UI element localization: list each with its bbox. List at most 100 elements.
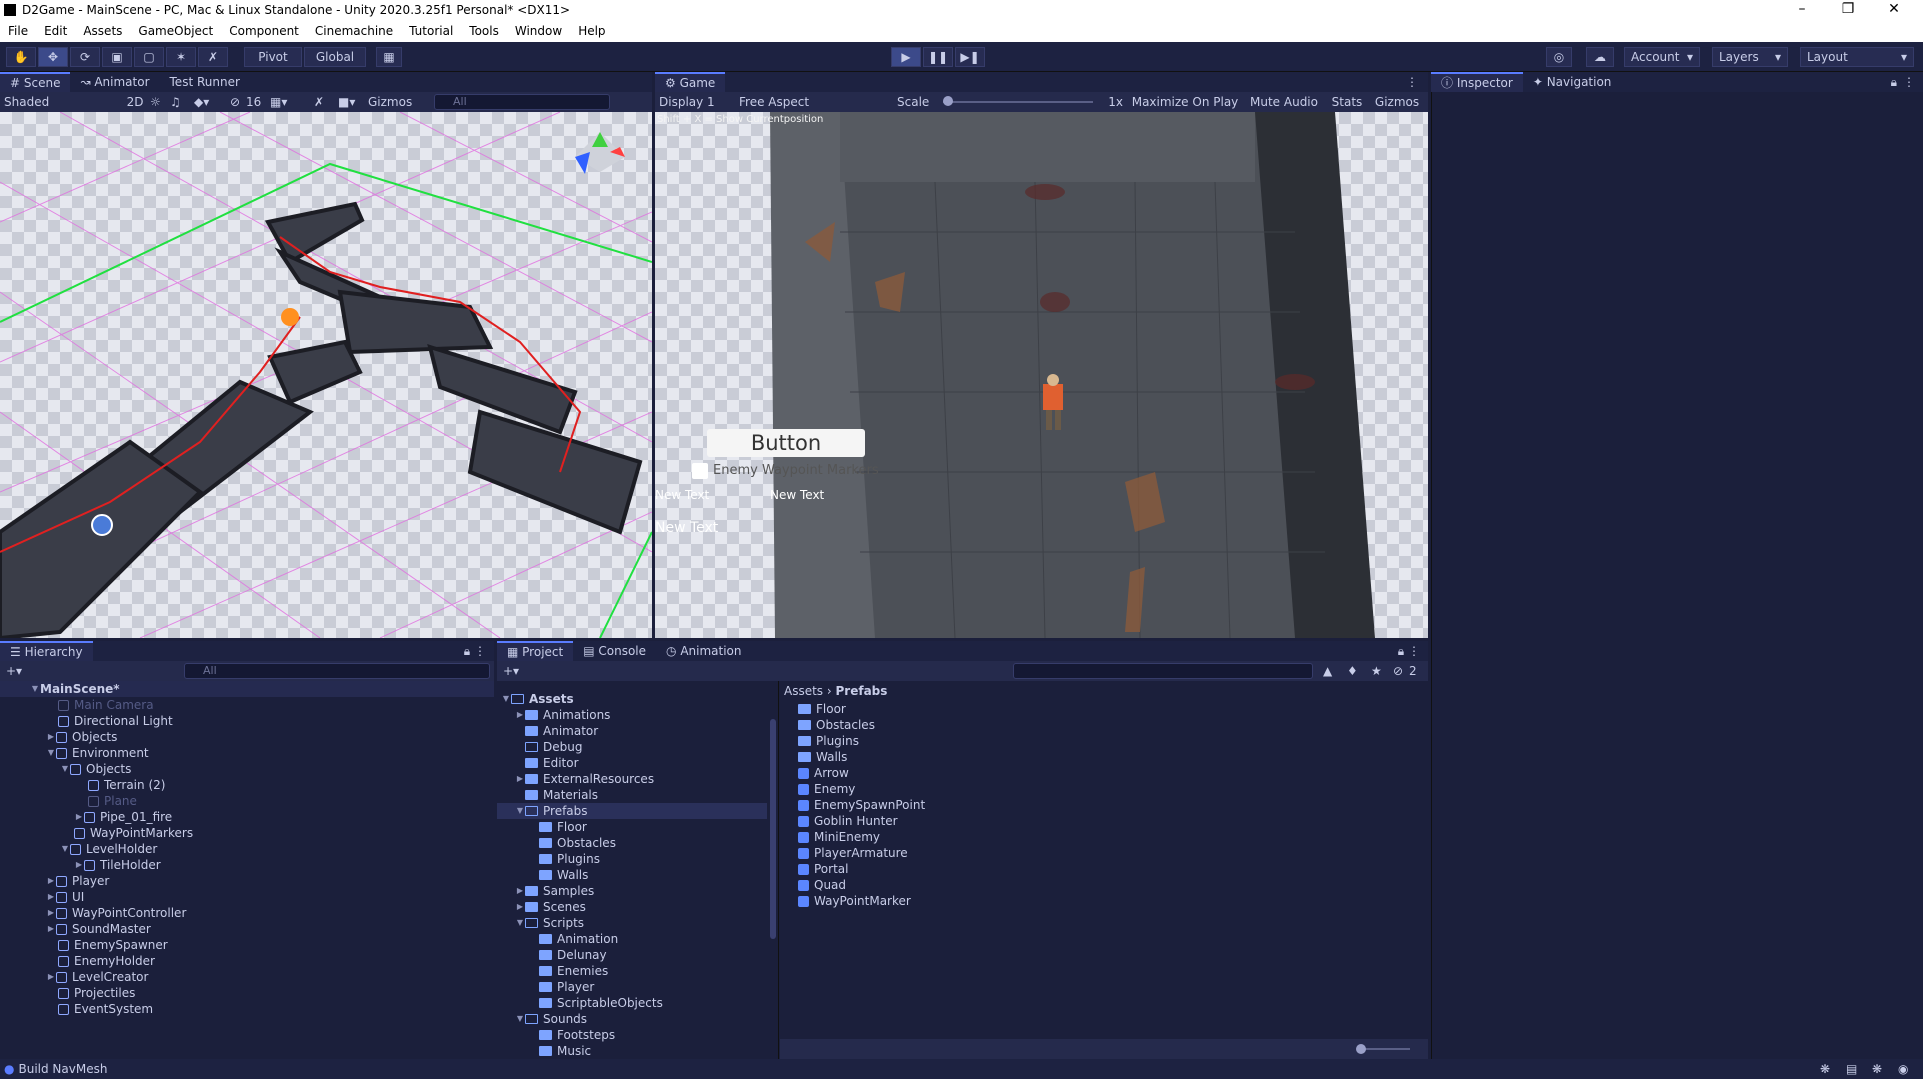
tree-materials[interactable]: Materials (525, 787, 598, 803)
expand-arrow-icon[interactable]: ▶ (46, 921, 56, 937)
expand-arrow-icon[interactable]: ▼ (30, 681, 40, 697)
favorite-icon[interactable]: ★ (1371, 664, 1382, 678)
collab-icon[interactable]: ◎ (1546, 47, 1572, 67)
game-ui-button[interactable]: Button (707, 429, 865, 457)
lock-icon[interactable]: 🔒︎ ⋮ (464, 644, 494, 659)
bug-icon[interactable]: ❋ (1820, 1062, 1830, 1076)
maximize-on-play-button[interactable]: Maximize On Play (1129, 95, 1241, 109)
tab-hierarchy[interactable]: ☰ Hierarchy (0, 641, 93, 661)
tree-walls[interactable]: Walls (539, 867, 588, 883)
expand-arrow-icon[interactable]: ▶ (46, 873, 56, 889)
scale-tool-icon[interactable]: ▣ (102, 47, 132, 67)
tree-row-directional-light[interactable]: Directional Light (58, 713, 173, 729)
add-button[interactable]: +▾ (497, 664, 537, 678)
menu-component[interactable]: Component (221, 24, 307, 38)
expand-arrow-icon[interactable]: ▶ (515, 899, 525, 915)
close-button[interactable]: ✕ (1871, 0, 1917, 20)
asset-waypointmarker[interactable]: WayPointMarker (798, 893, 911, 909)
expand-arrow-icon[interactable]: ▶ (515, 883, 525, 899)
move-tool-icon[interactable]: ✥ (38, 47, 68, 67)
tree-music[interactable]: Music (539, 1043, 591, 1059)
aspect-dropdown[interactable]: Free Aspect (735, 95, 897, 109)
cloud-icon[interactable]: ☁ (1586, 47, 1614, 67)
expand-arrow-icon[interactable]: ▶ (74, 857, 84, 873)
menu-file[interactable]: File (0, 24, 36, 38)
tree-debug[interactable]: Debug (525, 739, 582, 755)
menu-gameobject[interactable]: GameObject (130, 24, 221, 38)
menu-window[interactable]: Window (507, 24, 570, 38)
asset-quad[interactable]: Quad (798, 877, 846, 893)
tree-obstacles[interactable]: Obstacles (539, 835, 616, 851)
display-dropdown[interactable]: Display 1 (655, 95, 735, 109)
play-button[interactable]: ▶ (891, 47, 921, 67)
stats-button[interactable]: Stats (1327, 95, 1367, 109)
tree-row-terrain[interactable]: Terrain (2) (88, 777, 165, 793)
tab-animator[interactable]: ↝ Animator (70, 72, 159, 92)
tab-animation[interactable]: ◷ Animation (656, 641, 751, 661)
game-gizmos-dropdown[interactable]: Gizmos (1367, 95, 1427, 109)
hand-tool-icon[interactable]: ✋ (6, 47, 36, 67)
tools-icon[interactable]: ✗ (314, 95, 338, 109)
tree-externalresources[interactable]: ▶ ExternalResources (515, 771, 654, 787)
tree-row-main-camera[interactable]: Main Camera (58, 697, 154, 713)
breadcrumb-assets[interactable]: Assets (784, 684, 823, 698)
asset-walls[interactable]: Walls (798, 749, 847, 765)
tree-row-plane[interactable]: Plane (88, 793, 137, 809)
asset-obstacles[interactable]: Obstacles (798, 717, 875, 733)
tree-row-player[interactable]: ▶ Player (46, 873, 109, 889)
tree-animator[interactable]: Animator (525, 723, 598, 739)
account-dropdown[interactable]: Account ▾ (1624, 47, 1700, 67)
menu-edit[interactable]: Edit (36, 24, 75, 38)
tree-player[interactable]: Player (539, 979, 594, 995)
gizmos-dropdown[interactable]: Gizmos (368, 95, 434, 109)
expand-arrow-icon[interactable]: ▼ (515, 915, 525, 931)
tree-row-environment[interactable]: ▼ Environment (46, 745, 149, 761)
tree-row-waypointcontroller[interactable]: ▶ WayPointController (46, 905, 186, 921)
tree-scenes[interactable]: ▶ Scenes (515, 899, 586, 915)
project-search-input[interactable] (1013, 663, 1313, 679)
debug-icon[interactable]: ❋ (1872, 1062, 1882, 1076)
minimize-button[interactable]: – (1779, 0, 1825, 20)
tree-footsteps[interactable]: Footsteps (539, 1027, 615, 1043)
tree-floor[interactable]: Floor (539, 819, 587, 835)
expand-arrow-icon[interactable]: ▶ (74, 809, 84, 825)
expand-arrow-icon[interactable]: ▼ (515, 803, 525, 819)
global-button[interactable]: Global (304, 47, 366, 67)
tree-row-scene[interactable]: ▼ MainScene* (0, 681, 494, 697)
tab-inspector[interactable]: ⓘ Inspector (1431, 72, 1523, 92)
expand-arrow-icon[interactable]: ▶ (46, 889, 56, 905)
effects-icon[interactable]: ◆▾ (194, 95, 230, 109)
scale-slider[interactable] (943, 96, 1093, 106)
audio-icon[interactable]: ♫ (170, 95, 194, 109)
lock-icon[interactable]: 🔒︎ ⋮ (1398, 644, 1428, 659)
tree-delunay[interactable]: Delunay (539, 947, 607, 963)
icon-size-slider-handle[interactable] (1356, 1044, 1366, 1054)
tree-row-tileholder[interactable]: ▶ TileHolder (74, 857, 161, 873)
menu-tutorial[interactable]: Tutorial (401, 24, 461, 38)
menu-assets[interactable]: Assets (75, 24, 130, 38)
breadcrumb-prefabs[interactable]: Prefabs (836, 684, 888, 698)
layers-dropdown[interactable]: Layers ▾ (1712, 47, 1788, 67)
tree-row-pipe[interactable]: ▶ Pipe_01_fire (74, 809, 172, 825)
tree-row-levelholder[interactable]: ▼ LevelHolder (60, 841, 157, 857)
tree-row-objects[interactable]: ▶ Objects (46, 729, 117, 745)
asset-portal[interactable]: Portal (798, 861, 848, 877)
step-button[interactable]: ▶❚ (955, 47, 985, 67)
tree-enemies[interactable]: Enemies (539, 963, 608, 979)
mode-2d-button[interactable]: 2D (120, 95, 150, 109)
tree-row-env-objects[interactable]: ▼ Objects (60, 761, 131, 777)
tree-row-enemyholder[interactable]: EnemyHolder (58, 953, 155, 969)
tree-scrollbar[interactable] (769, 689, 777, 1049)
scrollbar-thumb[interactable] (770, 719, 776, 939)
scene-search-input[interactable]: All (434, 94, 610, 110)
more-options-icon[interactable]: ⋮ (1406, 75, 1428, 89)
camera-icon[interactable]: ■▾ (338, 95, 368, 109)
custom-tool-icon[interactable]: ✗ (198, 47, 228, 67)
asset-goblin-hunter[interactable]: Goblin Hunter (798, 813, 898, 829)
light-icon[interactable]: ☼ (150, 95, 170, 109)
tree-samples[interactable]: ▶ Samples (515, 883, 594, 899)
restore-button[interactable]: ❐ (1825, 0, 1871, 20)
expand-arrow-icon[interactable]: ▼ (515, 1011, 525, 1027)
tree-scripts[interactable]: ▼ Scripts (515, 915, 584, 931)
more-options-icon[interactable]: ⋮ (1903, 75, 1923, 89)
